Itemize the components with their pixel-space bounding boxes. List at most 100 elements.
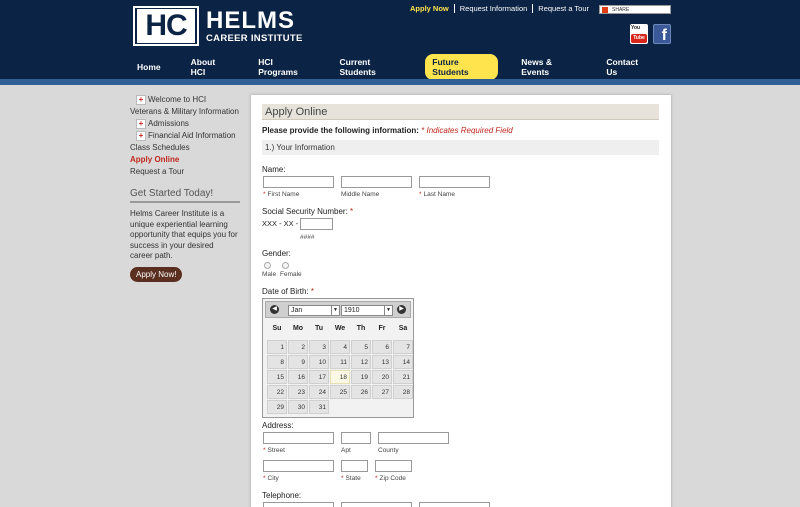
gender-male-radio[interactable] [264,262,271,269]
telephone-label: Telephone: [262,491,302,500]
calendar-day[interactable]: 29 [267,400,287,414]
calendar-day[interactable]: 1 [267,340,287,354]
weekday-header: Su [272,325,282,332]
street-input[interactable] [263,432,334,444]
form-container: Apply Online Please provide the followin… [262,104,659,155]
sidebar-item-welcome[interactable]: Welcome to HCI [136,95,242,105]
gender-male-caption: Male [262,271,277,278]
logo[interactable]: HC [133,6,199,46]
weekday-header: Fr [378,325,386,332]
main-nav: Home About HCI HCI Programs Current Stud… [130,54,670,85]
calendar-day[interactable]: 22 [267,385,287,399]
year-select[interactable]: 1910 ▼ [341,305,393,316]
nav-news-events[interactable]: News & Events [514,54,583,80]
middle-name-input[interactable] [341,176,412,188]
calendar-day[interactable]: 11 [330,355,350,369]
city-input[interactable] [263,460,334,472]
calendar-day[interactable]: 18 [330,370,350,384]
calendar-day[interactable]: 9 [288,355,308,369]
nav-future-students[interactable]: Future Students [425,54,499,85]
city-caption: * City [263,475,279,482]
sidebar-item-admissions[interactable]: Admissions [136,119,242,129]
dob-label: Date of Birth: * [262,287,315,296]
calendar-day[interactable]: 14 [393,355,413,369]
top-links: Apply Now Request Information Request a … [410,4,594,13]
sidebar-item-class-schedules[interactable]: Class Schedules [130,143,242,152]
calendar-day[interactable]: 20 [372,370,392,384]
calendar-day[interactable]: 21 [393,370,413,384]
next-month-icon[interactable]: ▶ [397,305,406,314]
gender-female-radio[interactable] [282,262,289,269]
nav-about-hci[interactable]: About HCI [184,54,236,80]
state-input[interactable] [341,460,368,472]
calendar-day[interactable]: 13 [372,355,392,369]
weekday-header: We [334,325,346,332]
calendar-day[interactable]: 28 [393,385,413,399]
sidebar-item-veterans[interactable]: Veterans & Military Information [130,107,242,116]
calendar-day[interactable]: 24 [309,385,329,399]
ssn-last4-input[interactable] [300,218,333,230]
date-picker-header: ◀ Jan ▼ 1910 ▼ ▶ [265,301,411,318]
nav-hci-programs[interactable]: HCI Programs [251,54,316,80]
apt-input[interactable] [341,432,371,444]
calendar-day[interactable]: 27 [372,385,392,399]
calendar-day[interactable]: 8 [267,355,287,369]
calendar-day[interactable]: 3 [309,340,329,354]
address-label: Address: [262,421,294,430]
apply-now-button[interactable]: Apply Now! [130,266,183,282]
calendar-day[interactable]: 19 [351,370,371,384]
form-intro-text: Please provide the following information… [262,126,419,135]
header-stripe [0,79,800,85]
calendar-day[interactable]: 12 [351,355,371,369]
top-link-request-information[interactable]: Request Information [455,4,534,13]
nav-home[interactable]: Home [130,59,168,75]
telephone-input-2[interactable] [341,502,412,507]
section-your-information: 1.) Your Information [262,140,659,155]
county-input[interactable] [378,432,449,444]
calendar-day[interactable]: 4 [330,340,350,354]
calendar-day[interactable]: 15 [267,370,287,384]
chevron-down-icon: ▼ [384,306,392,315]
calendar-day[interactable]: 31 [309,400,329,414]
prev-month-icon[interactable]: ◀ [270,305,279,314]
last-name-input[interactable] [419,176,490,188]
sidebar: Welcome to HCI Veterans & Military Infor… [130,95,242,282]
ssn-hint: #### [300,234,315,241]
logo-subtitle[interactable]: CAREER INSTITUTE [206,33,303,44]
calendar-day[interactable]: 25 [330,385,350,399]
page-title: Apply Online [262,104,659,120]
middle-name-caption: Middle Name [341,191,380,198]
share-button[interactable]: SHARE [599,5,671,14]
top-link-request-tour[interactable]: Request a Tour [533,4,594,13]
calendar-day[interactable]: 30 [288,400,308,414]
nav-current-students[interactable]: Current Students [333,54,410,80]
zip-input[interactable] [375,460,412,472]
calendar-day[interactable]: 7 [393,340,413,354]
calendar-day[interactable]: 23 [288,385,308,399]
youtube-icon[interactable]: You Tube [630,24,648,44]
sidebar-item-apply-online[interactable]: Apply Online [130,155,242,164]
site-header: HC HELMS CAREER INSTITUTE Apply Now Requ… [0,0,800,85]
calendar-day[interactable]: 10 [309,355,329,369]
calendar-day[interactable]: 6 [372,340,392,354]
month-select-value: Jan [291,307,303,314]
first-name-input[interactable] [263,176,334,188]
nav-contact-us[interactable]: Contact Us [599,54,654,80]
logo-name[interactable]: HELMS [206,9,295,33]
top-link-apply-now[interactable]: Apply Now [410,4,455,13]
calendar-day[interactable]: 17 [309,370,329,384]
calendar-day[interactable]: 2 [288,340,308,354]
facebook-icon[interactable]: f [653,24,671,44]
chevron-down-icon: ▼ [331,306,339,315]
sidebar-item-request-tour[interactable]: Request a Tour [130,167,242,176]
telephone-input-3[interactable] [419,502,490,507]
calendar-day[interactable]: 5 [351,340,371,354]
month-select[interactable]: Jan ▼ [288,305,340,316]
telephone-input-1[interactable] [263,502,334,507]
weekday-header: Sa [398,325,408,332]
youtube-tube-label: Tube [631,34,647,43]
calendar-day[interactable]: 26 [351,385,371,399]
calendar-day[interactable]: 16 [288,370,308,384]
sidebar-item-financial-aid[interactable]: Financial Aid Information [136,131,242,141]
ssn-label: Social Security Number: * [262,207,354,216]
